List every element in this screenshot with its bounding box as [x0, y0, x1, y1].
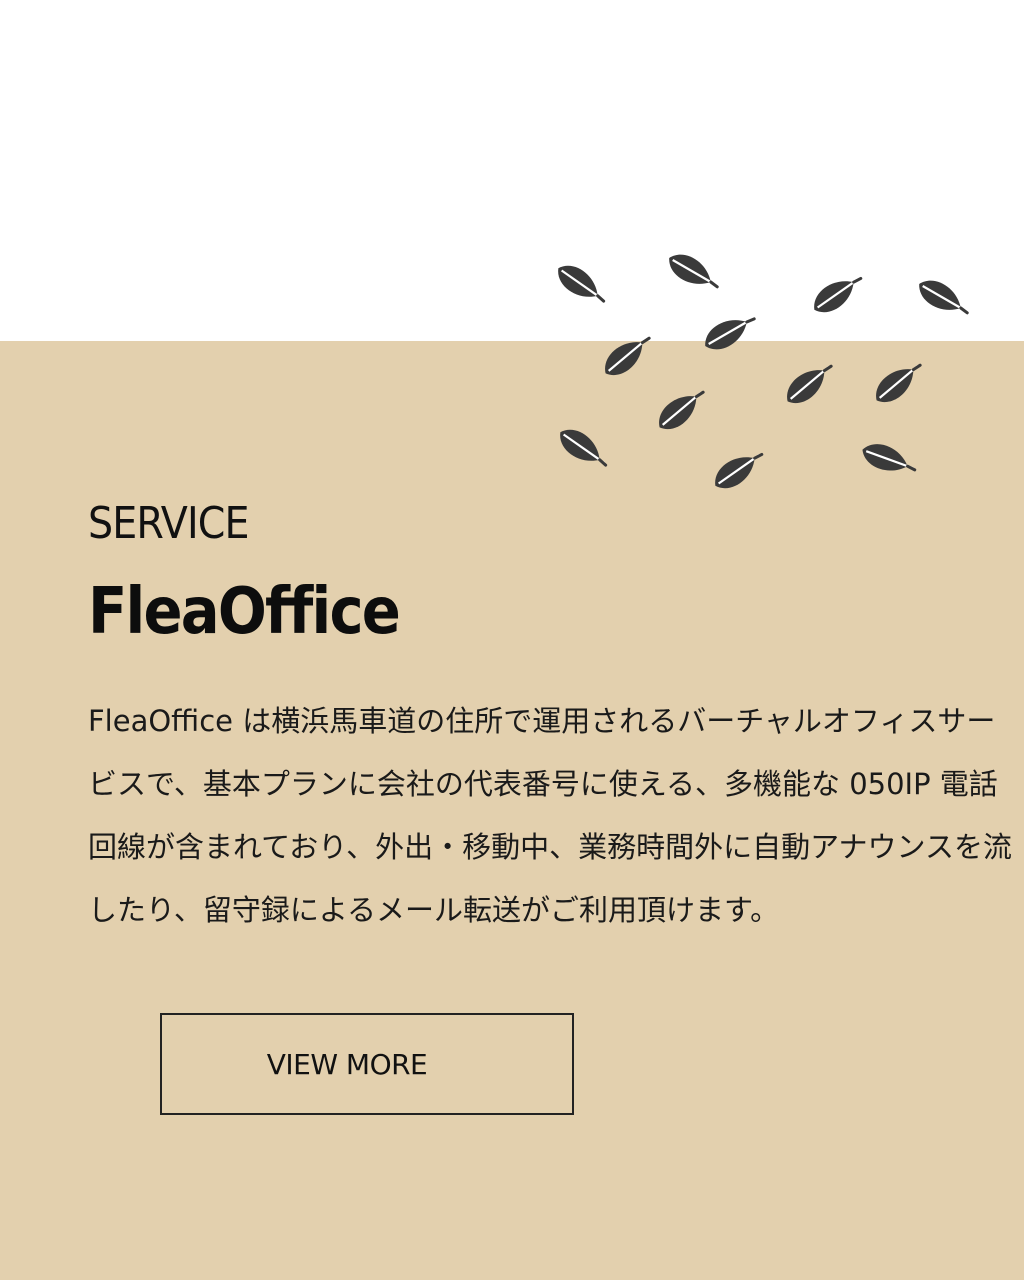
section-eyebrow: SERVICE [88, 498, 250, 549]
top-white-area [0, 0, 1024, 341]
description-line: 回線が含まれており、外出・移動中、業務時間外に自動アナウンスを流 [88, 830, 1012, 864]
view-more-button[interactable]: VIEW MORE [160, 1013, 574, 1115]
view-more-label: VIEW MORE [266, 1047, 428, 1081]
section-title: FleaOffice [88, 575, 401, 649]
description-line: FleaOffice は横浜馬車道の住所で運用されるバーチャルオフィスサー [88, 704, 996, 738]
description-line: ビスで、基本プランに会社の代表番号に使える、多機能な 050IP 電話 [88, 767, 998, 801]
section-description: FleaOffice は横浜馬車道の住所で運用されるバーチャルオフィスサー ビス… [88, 690, 1012, 942]
description-line: したり、留守録によるメール転送がご利用頂けます。 [88, 893, 780, 927]
